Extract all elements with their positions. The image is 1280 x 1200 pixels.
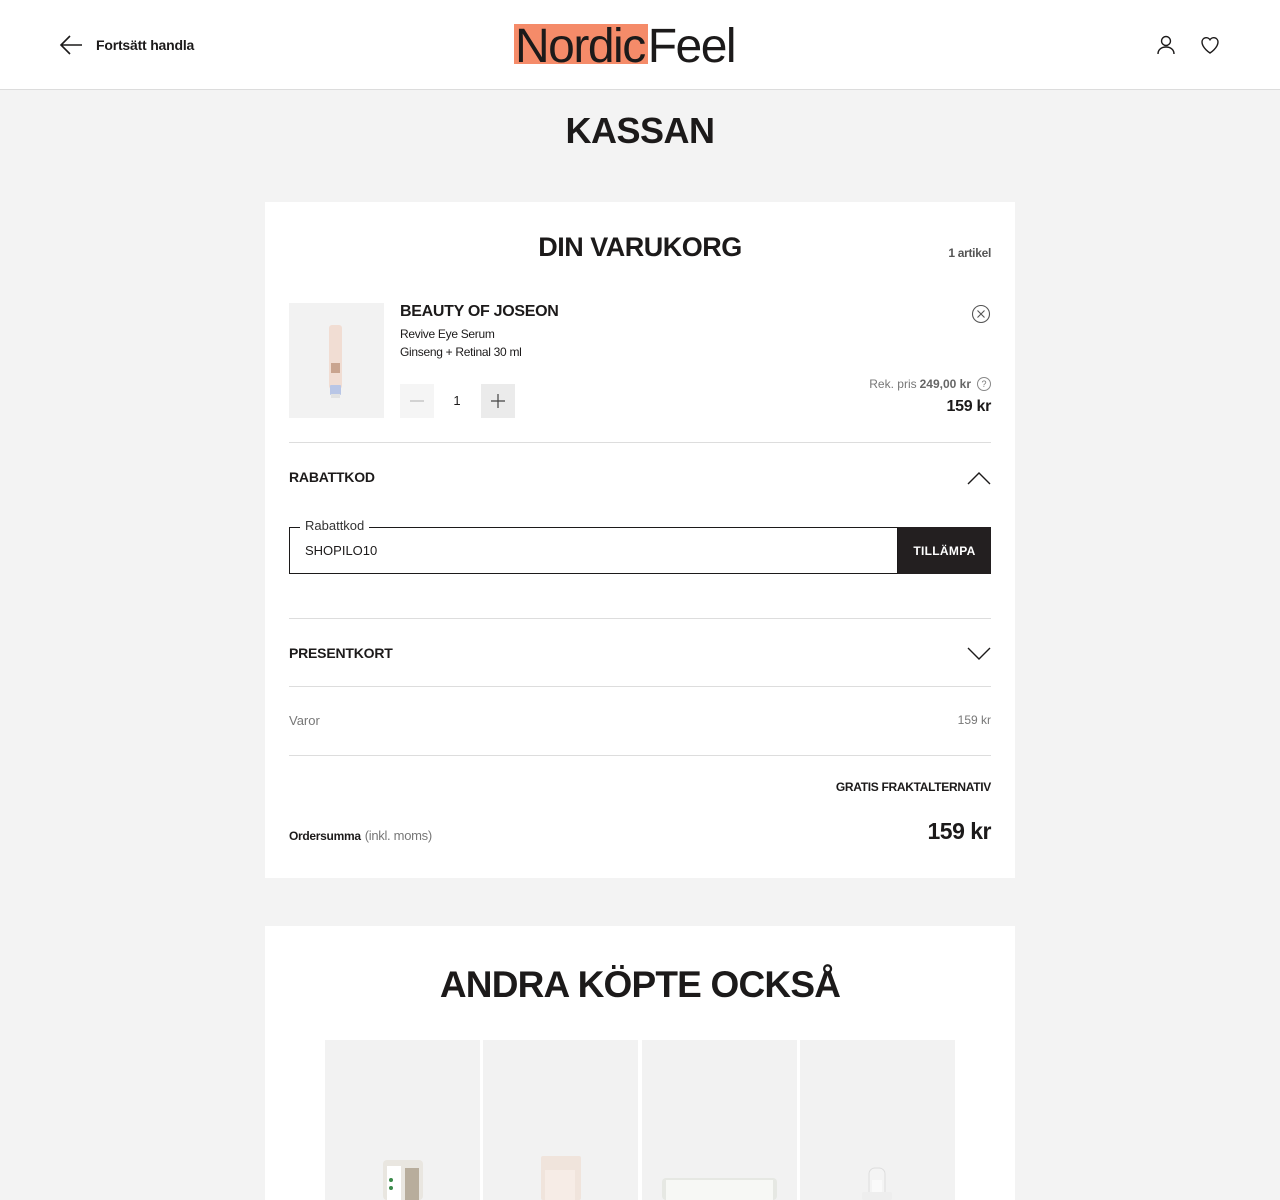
logo[interactable]: Nordic Feel — [514, 20, 737, 73]
divider — [289, 442, 991, 443]
logo-part-feel: Feel — [647, 20, 737, 73]
page-title: KASSAN — [565, 110, 715, 151]
divider — [289, 755, 991, 756]
help-icon[interactable]: ? — [977, 377, 991, 391]
cart-title: DIN VARUKORG — [538, 232, 742, 262]
apply-discount-button[interactable]: TILLÄMPA — [898, 527, 991, 574]
product-card[interactable] — [642, 1040, 797, 1200]
recommended-price-value: 249,00 kr — [919, 377, 971, 391]
free-shipping-label: GRATIS FRAKTALTERNATIV — [835, 780, 991, 794]
item-count: 1 artikel — [948, 246, 991, 260]
recommendations-title: ANDRA KÖPTE OCKSÅ — [439, 964, 841, 1005]
quantity-decrease-button[interactable] — [400, 384, 434, 418]
chevron-down-icon[interactable] — [967, 645, 991, 661]
product-name: Revive Eye Serum — [400, 327, 495, 341]
goods-label: Varor — [289, 713, 320, 728]
recommendations-panel: ANDRA KÖPTE OCKSÅ — [265, 926, 1015, 1200]
product-image — [329, 325, 342, 398]
goods-value: 159 kr — [957, 713, 991, 727]
product-image — [383, 1160, 423, 1200]
continue-shopping-link[interactable]: Fortsätt handla — [58, 31, 194, 59]
plus-icon — [491, 394, 505, 408]
site-header: Fortsätt handla Nordic Feel — [0, 0, 1280, 90]
product-card[interactable] — [325, 1040, 480, 1200]
discount-code-toggle[interactable]: RABATTKOD — [289, 469, 375, 485]
quantity-increase-button[interactable] — [481, 384, 515, 418]
product-variant: Ginseng + Retinal 30 ml — [400, 345, 522, 359]
divider — [289, 618, 991, 619]
logo-part-nordic: Nordic — [514, 23, 648, 71]
chevron-up-icon[interactable] — [967, 470, 991, 486]
quantity-value: 1 — [453, 393, 461, 408]
discount-code-field[interactable]: Rabattkod — [289, 518, 898, 574]
order-total-label: Ordersumma (inkl. moms) — [289, 828, 432, 843]
continue-shopping-label: Fortsätt handla — [96, 37, 195, 53]
account-icon[interactable] — [1154, 33, 1178, 57]
product-image — [541, 1156, 581, 1200]
order-total-value: 159 kr — [927, 818, 991, 844]
product-brand[interactable]: BEAUTY OF JOSEON — [400, 303, 559, 321]
minus-icon — [410, 400, 424, 402]
product-card[interactable] — [483, 1040, 638, 1200]
product-thumbnail[interactable] — [289, 303, 384, 418]
order-total-note: (inkl. moms) — [364, 828, 432, 843]
item-price: 159 kr — [946, 398, 992, 415]
product-card[interactable] — [800, 1040, 955, 1200]
product-image — [862, 1167, 892, 1200]
heart-icon[interactable] — [1198, 33, 1222, 57]
cart-panel: DIN VARUKORG 1 artikel BEAUTY OF JOSEON … — [265, 202, 1015, 878]
remove-item-icon[interactable] — [971, 304, 991, 324]
recommended-price-label: Rek. pris — [869, 377, 917, 391]
gift-card-toggle[interactable]: PRESENTKORT — [289, 645, 393, 661]
divider — [289, 686, 991, 687]
arrow-left-icon — [59, 35, 82, 55]
discount-code-input[interactable] — [305, 528, 865, 573]
order-total-text: Ordersumma — [289, 829, 361, 843]
product-image — [662, 1178, 777, 1200]
recommended-price: Rek. pris 249,00 kr ? — [869, 377, 991, 391]
